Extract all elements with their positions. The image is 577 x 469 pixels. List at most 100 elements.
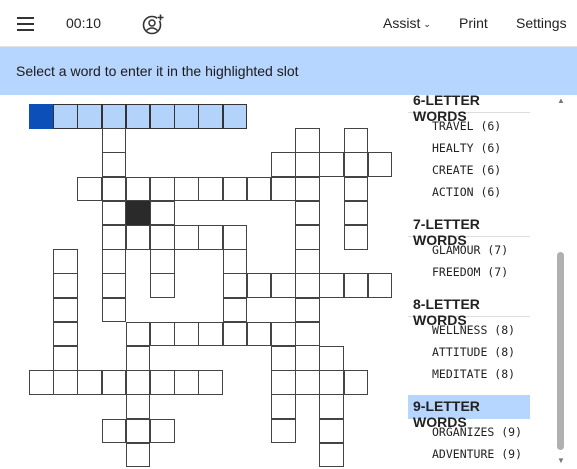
grid-cell[interactable] <box>198 370 223 395</box>
grid-cell[interactable] <box>150 176 175 202</box>
grid-cell[interactable] <box>271 418 296 444</box>
grid-cell[interactable] <box>222 225 248 250</box>
grid-cell[interactable] <box>295 321 320 347</box>
grid-cell[interactable] <box>271 370 296 395</box>
word-list-item[interactable]: HEALTY (6) <box>432 141 501 155</box>
grid-cell[interactable] <box>343 128 369 153</box>
grid-cell[interactable] <box>125 176 151 202</box>
grid-cell[interactable] <box>53 249 78 274</box>
grid-cell[interactable] <box>101 225 127 250</box>
grid-cell[interactable] <box>319 394 344 419</box>
grid-cell[interactable] <box>271 176 296 202</box>
word-list-item[interactable]: MEDITATE (8) <box>432 367 515 381</box>
grid-cell[interactable] <box>150 249 175 274</box>
grid-cell[interactable] <box>222 273 248 298</box>
grid-cell[interactable] <box>101 418 127 444</box>
word-list-item[interactable]: ORGANIZES (9) <box>432 425 522 439</box>
grid-cell[interactable] <box>319 273 344 298</box>
grid-cell[interactable] <box>343 176 369 202</box>
grid-cell[interactable] <box>101 104 127 129</box>
grid-cell[interactable] <box>295 370 320 395</box>
word-list-item[interactable]: GLAMOUR (7) <box>432 243 508 257</box>
grid-cell[interactable] <box>198 176 223 202</box>
grid-cell[interactable] <box>101 249 127 274</box>
grid-cell[interactable] <box>150 225 175 250</box>
scroll-up-arrow-icon[interactable]: ▲ <box>556 97 566 105</box>
grid-cell[interactable] <box>101 128 127 153</box>
grid-cell[interactable] <box>150 273 175 298</box>
grid-cell[interactable] <box>174 370 199 395</box>
grid-cell-active[interactable] <box>29 104 54 129</box>
word-list-item[interactable]: ATTITUDE (8) <box>432 345 515 359</box>
grid-cell[interactable] <box>125 370 151 395</box>
grid-cell[interactable] <box>53 346 78 371</box>
grid-cell[interactable] <box>343 273 369 298</box>
grid-cell[interactable] <box>198 225 223 250</box>
grid-cell[interactable] <box>246 176 272 202</box>
hamburger-menu-icon[interactable] <box>17 17 34 31</box>
grid-cell[interactable] <box>271 273 296 298</box>
scroll-down-arrow-icon[interactable]: ▼ <box>556 457 566 465</box>
scrollbar-thumb[interactable] <box>557 252 564 450</box>
grid-cell[interactable] <box>174 321 199 347</box>
grid-cell[interactable] <box>101 176 127 202</box>
grid-cell[interactable] <box>125 346 151 371</box>
word-list-item[interactable]: ACTION (6) <box>432 185 501 199</box>
grid-cell[interactable] <box>101 152 127 177</box>
grid-cell[interactable] <box>29 370 54 395</box>
grid-cell[interactable] <box>150 370 175 395</box>
grid-cell[interactable] <box>125 104 151 129</box>
grid-cell[interactable] <box>222 176 248 202</box>
word-list-item[interactable]: WELLNESS (8) <box>432 323 515 337</box>
grid-cell[interactable] <box>295 200 320 226</box>
grid-cell[interactable] <box>125 418 151 444</box>
grid-cell[interactable] <box>343 152 369 177</box>
grid-cell[interactable] <box>174 176 199 202</box>
grid-cell[interactable] <box>319 346 344 371</box>
print-button[interactable]: Print <box>459 15 488 31</box>
grid-cell[interactable] <box>198 104 223 129</box>
grid-cell[interactable] <box>222 104 248 129</box>
grid-cell[interactable] <box>101 297 127 323</box>
grid-cell[interactable] <box>53 370 78 395</box>
word-list-item[interactable]: FREEDOM (7) <box>432 265 508 279</box>
grid-cell[interactable] <box>295 297 320 323</box>
grid-cell[interactable] <box>125 321 151 347</box>
grid-cell[interactable] <box>150 104 175 129</box>
grid-cell[interactable] <box>295 176 320 202</box>
grid-cell[interactable] <box>77 370 102 395</box>
grid-cell[interactable] <box>101 273 127 298</box>
grid-cell[interactable] <box>319 152 344 177</box>
grid-cell[interactable] <box>271 321 296 347</box>
grid-cell[interactable] <box>271 394 296 419</box>
grid-cell[interactable] <box>53 273 78 298</box>
grid-cell[interactable] <box>343 225 369 250</box>
grid-cell[interactable] <box>77 176 102 202</box>
grid-cell[interactable] <box>319 442 344 468</box>
grid-cell[interactable] <box>77 104 102 129</box>
grid-cell[interactable] <box>295 273 320 298</box>
grid-cell[interactable] <box>174 104 199 129</box>
grid-cell[interactable] <box>295 249 320 274</box>
grid-cell[interactable] <box>222 321 248 347</box>
assist-menu[interactable]: Assist ⌄ <box>383 15 431 31</box>
grid-cell[interactable] <box>53 104 78 129</box>
grid-cell[interactable] <box>150 418 175 444</box>
grid-cell[interactable] <box>198 321 223 347</box>
grid-cell[interactable] <box>343 370 369 395</box>
word-list-item[interactable]: ADVENTURE (9) <box>432 447 522 461</box>
grid-cell[interactable] <box>125 394 151 419</box>
grid-cell[interactable] <box>222 249 248 274</box>
grid-cell[interactable] <box>246 321 272 347</box>
grid-cell[interactable] <box>295 128 320 153</box>
grid-cell[interactable] <box>174 225 199 250</box>
grid-cell[interactable] <box>125 225 151 250</box>
grid-cell[interactable] <box>271 152 296 177</box>
grid-cell[interactable] <box>367 273 393 298</box>
grid-cell[interactable] <box>53 297 78 323</box>
grid-cell[interactable] <box>343 200 369 226</box>
grid-cell[interactable] <box>150 321 175 347</box>
grid-cell[interactable] <box>101 200 127 226</box>
grid-cell[interactable] <box>150 200 175 226</box>
word-list-item[interactable]: TRAVEL (6) <box>432 119 501 133</box>
